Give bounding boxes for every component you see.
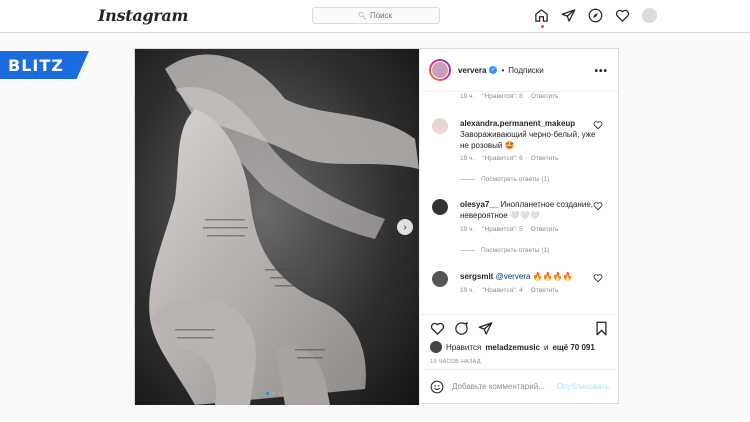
comment-time: 19 ч.: [460, 93, 475, 100]
notification-dot: [541, 25, 544, 28]
view-replies-label: Посмотреть ответы (1): [481, 247, 550, 254]
comment-likes[interactable]: "Нравится": 4: [482, 287, 523, 294]
instagram-logo[interactable]: Instagram: [98, 6, 188, 25]
comment-meta: 19 ч. "Нравится": 5 Ответить: [460, 226, 559, 233]
carousel-dots: [266, 392, 287, 395]
verified-icon: ✓: [489, 66, 498, 74]
comment-meta: 19 ч. "Нравится": 8 Ответить: [460, 93, 559, 100]
post-photo: ›: [135, 49, 419, 405]
comment-like-icon[interactable]: [593, 273, 603, 283]
carousel-dot: [272, 392, 275, 395]
comment-likes[interactable]: "Нравится": 5: [482, 226, 523, 233]
comment-text: Завораживающий черно-белый, уже не розов…: [460, 130, 596, 150]
author-avatar[interactable]: [429, 59, 451, 81]
comment-time: 19 ч.: [460, 226, 475, 233]
search-icon: 🔍︎: [358, 12, 367, 20]
liker-username[interactable]: meladzemusic: [485, 343, 540, 352]
comment-like-icon[interactable]: [593, 201, 603, 211]
likes-summary: Нравится meladzemusic и ещё 70 091: [430, 341, 595, 353]
post-sidebar: ververa ✓ • Подписки ••• 19 ч. "Нравится…: [419, 49, 619, 403]
search-input[interactable]: [369, 11, 394, 20]
post-timestamp[interactable]: 19 ЧАСОВ НАЗАД: [430, 359, 481, 365]
reply-button[interactable]: Ответить: [531, 226, 559, 233]
view-replies-button[interactable]: Посмотреть ответы (1): [460, 176, 549, 183]
action-icons: [430, 321, 493, 336]
view-replies-label: Посмотреть ответы (1): [481, 176, 550, 183]
reply-button[interactable]: Ответить: [531, 287, 559, 294]
post-actions: Нравится meladzemusic и ещё 70 091 19 ЧА…: [420, 314, 619, 402]
search-box[interactable]: 🔍︎: [312, 7, 440, 24]
comment-text: 🔥🔥🔥🔥: [532, 272, 573, 281]
like-icon[interactable]: [430, 321, 445, 336]
comment-body: alexandra.permanent_makeup Завораживающи…: [460, 118, 600, 151]
share-icon[interactable]: [478, 321, 493, 336]
author-username[interactable]: ververa: [458, 66, 486, 75]
following-button[interactable]: Подписки: [508, 66, 543, 75]
comment-likes[interactable]: "Нравится": 8: [482, 93, 523, 100]
commenter-username[interactable]: olesya7__: [460, 200, 498, 209]
carousel-next-button[interactable]: ›: [397, 219, 413, 235]
more-options-icon[interactable]: •••: [594, 66, 608, 77]
commenter-username[interactable]: alexandra.permanent_makeup: [460, 119, 575, 128]
comment-meta: 19 ч. "Нравится": 4 Ответить: [460, 287, 559, 294]
emoji-icon[interactable]: [430, 380, 444, 394]
comments-list: 19 ч. "Нравится": 8 Ответить alexandra.p…: [420, 92, 619, 314]
comment-meta: 19 ч. "Нравится": 6 Ответить: [460, 155, 559, 162]
heart-icon[interactable]: [615, 8, 630, 23]
view-replies-button[interactable]: Посмотреть ответы (1): [460, 247, 549, 254]
commenter-username[interactable]: sergsmit: [460, 272, 493, 281]
post-modal: › ververa ✓ • Подписки ••• 19 ч. "Нравит…: [134, 48, 619, 405]
direct-icon[interactable]: [561, 8, 576, 23]
comment-time: 19 ч.: [460, 287, 475, 294]
nav-icons: [534, 8, 657, 23]
carousel-dot: [266, 392, 269, 395]
comment-likes[interactable]: "Нравится": 6: [482, 155, 523, 162]
commenter-avatar[interactable]: [432, 271, 448, 287]
publish-button[interactable]: Опубликовать: [557, 382, 609, 391]
reply-button[interactable]: Ответить: [531, 155, 559, 162]
add-comment-bar: Добавьте комментарий... Опубликовать: [420, 369, 619, 403]
likes-and: и: [544, 342, 549, 352]
top-navbar: Instagram 🔍︎: [0, 0, 750, 33]
explore-icon[interactable]: [588, 8, 603, 23]
comment-mention[interactable]: @ververa: [496, 272, 531, 281]
home-icon[interactable]: [534, 8, 549, 23]
comment-like-icon[interactable]: [593, 120, 603, 130]
comment-input[interactable]: Добавьте комментарий...: [452, 382, 557, 391]
liker-avatar[interactable]: [430, 341, 442, 353]
bookmark-button[interactable]: [594, 321, 609, 336]
separator-dot: •: [501, 65, 505, 75]
reply-button[interactable]: Ответить: [531, 93, 559, 100]
likes-count[interactable]: ещё 70 091: [552, 343, 594, 352]
comment-icon[interactable]: [454, 321, 469, 336]
blitz-logo-text: BLITZ: [8, 56, 64, 75]
carousel-dot: [278, 392, 281, 395]
likes-prefix: Нравится: [446, 342, 482, 352]
photo-image: [135, 49, 419, 405]
commenter-avatar[interactable]: [432, 199, 448, 215]
bookmark-icon: [596, 321, 607, 336]
comment-body: sergsmit @ververa 🔥🔥🔥🔥: [460, 271, 600, 282]
comment-time: 19 ч.: [460, 155, 475, 162]
comment-body: olesya7__ Инопланетное создание, невероя…: [460, 199, 600, 221]
blitz-watermark: BLITZ: [0, 51, 89, 79]
commenter-avatar[interactable]: [432, 118, 448, 134]
profile-avatar[interactable]: [642, 8, 657, 23]
carousel-dot: [284, 392, 287, 395]
post-header: ververa ✓ • Подписки •••: [420, 49, 618, 92]
